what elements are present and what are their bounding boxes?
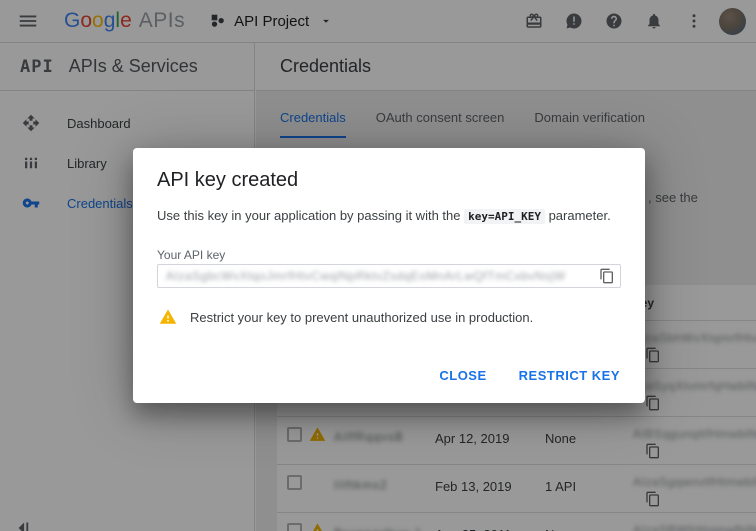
api-key-field[interactable]: AIzaSgbcWvXtqoJmrfHtvCwqlNpRktvZsdqEoMnA… xyxy=(157,264,621,288)
dialog-warning: Restrict your key to prevent unauthorize… xyxy=(159,308,533,326)
api-key-field-label: Your API key xyxy=(157,248,225,262)
app-window: Google APIs API Project xyxy=(0,0,756,531)
dialog-body-suffix: parameter. xyxy=(545,208,611,223)
dialog-body-prefix: Use this key in your application by pass… xyxy=(157,208,464,223)
dialog-body: Use this key in your application by pass… xyxy=(157,208,617,223)
close-button[interactable]: CLOSE xyxy=(428,359,497,392)
dialog-title: API key created xyxy=(157,169,298,192)
masked-api-key-value: AIzaSgbcWvXtqoJmrfHtvCwqlNpRktvZsdqEoMnA… xyxy=(166,269,566,283)
api-key-parameter-code: key=API_KEY xyxy=(464,209,545,224)
restrict-key-button[interactable]: RESTRICT KEY xyxy=(508,359,631,392)
api-key-created-dialog: API key created Use this key in your app… xyxy=(133,148,645,403)
dialog-actions: CLOSE RESTRICT KEY xyxy=(418,359,631,392)
warning-text: Restrict your key to prevent unauthorize… xyxy=(190,310,533,325)
warning-icon xyxy=(159,308,177,326)
copy-icon[interactable] xyxy=(599,268,615,284)
